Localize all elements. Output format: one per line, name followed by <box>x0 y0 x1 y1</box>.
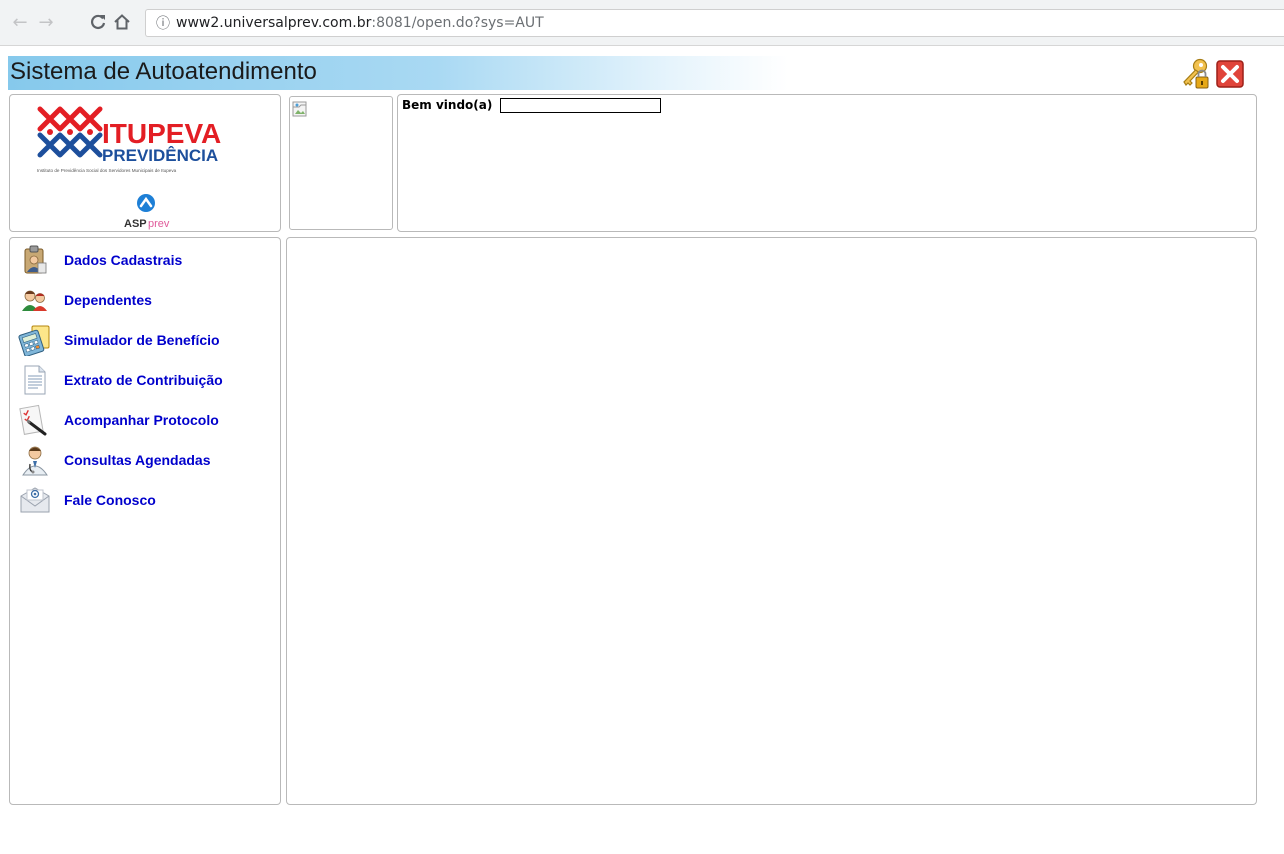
checklist-pen-icon <box>18 404 52 436</box>
home-button[interactable] <box>110 10 134 34</box>
menu-item-dependentes[interactable]: Dependentes <box>18 284 152 316</box>
brand-name-line1: ITUPEVA <box>102 118 221 149</box>
menu-label[interactable]: Simulador de Benefício <box>64 332 220 348</box>
user-photo-panel <box>289 96 393 230</box>
user-name-field <box>500 98 661 113</box>
menu-label[interactable]: Extrato de Contribuição <box>64 372 223 388</box>
address-bar[interactable]: ⓘ www2.universalprev.com.br:8081/open.do… <box>145 9 1284 37</box>
reload-icon <box>91 14 106 30</box>
brand-subtitle: Instituto de Previdência Social dos Serv… <box>37 168 177 173</box>
menu-label[interactable]: Acompanhar Protocolo <box>64 412 219 428</box>
home-icon <box>114 14 130 30</box>
logo-panel: ITUPEVA PREVIDÊNCIA Instituto de Previdê… <box>9 94 281 232</box>
app-title: Sistema de Autoatendimento <box>10 58 317 85</box>
menu-label[interactable]: Consultas Agendadas <box>64 452 211 468</box>
menu-label[interactable]: Fale Conosco <box>64 492 156 508</box>
menu-item-simulador-de-beneficio[interactable]: Simulador de Benefício <box>18 324 220 356</box>
itupeva-previdencia-logo: ITUPEVA PREVIDÊNCIA Instituto de Previdê… <box>37 106 221 230</box>
info-icon[interactable]: ⓘ <box>156 13 170 33</box>
menu-item-dados-cadastrais[interactable]: Dados Cadastrais <box>18 244 182 276</box>
change-password-icon[interactable] <box>1180 58 1210 90</box>
back-button[interactable]: ← <box>8 10 32 34</box>
broken-image-icon <box>292 101 307 117</box>
forward-button[interactable]: → <box>34 10 58 34</box>
clipboard-person-icon <box>18 244 52 276</box>
document-icon <box>18 364 52 396</box>
title-band: Sistema de Autoatendimento <box>8 56 788 90</box>
aspprev-emblem-icon <box>137 194 155 212</box>
calculator-icon <box>18 324 52 356</box>
email-envelope-icon <box>18 484 52 516</box>
menu-item-fale-conosco[interactable]: Fale Conosco <box>18 484 156 516</box>
main-content-panel <box>286 237 1257 805</box>
brand-name-line2: PREVIDÊNCIA <box>102 146 218 165</box>
menu-item-extrato-de-contribuicao[interactable]: Extrato de Contribuição <box>18 364 223 396</box>
menu-label[interactable]: Dados Cadastrais <box>64 252 182 268</box>
menu-label[interactable]: Dependentes <box>64 292 152 308</box>
reload-button[interactable] <box>86 10 110 34</box>
partner-logo-suffix: prev <box>148 218 170 230</box>
url-host: www2.universalprev.com.br <box>176 15 372 31</box>
menu-item-consultas-agendadas[interactable]: Consultas Agendadas <box>18 444 211 476</box>
side-menu: Dados Cadastrais Dependentes Simulador d… <box>9 237 281 805</box>
people-icon <box>18 284 52 316</box>
browser-toolbar: ← → ⓘ www2.universalprev.com.br:8081/ope… <box>0 0 1284 46</box>
app-header: Sistema de Autoatendimento <box>8 56 1276 90</box>
menu-item-acompanhar-protocolo[interactable]: Acompanhar Protocolo <box>18 404 219 436</box>
logout-close-icon[interactable] <box>1216 60 1244 88</box>
welcome-panel: Bem vindo(a) <box>397 94 1257 232</box>
url-path: :8081/open.do?sys=AUT <box>371 15 544 31</box>
partner-logo-prefix: ASP <box>124 218 147 230</box>
welcome-label: Bem vindo(a) <box>402 98 493 112</box>
doctor-icon <box>18 444 52 476</box>
